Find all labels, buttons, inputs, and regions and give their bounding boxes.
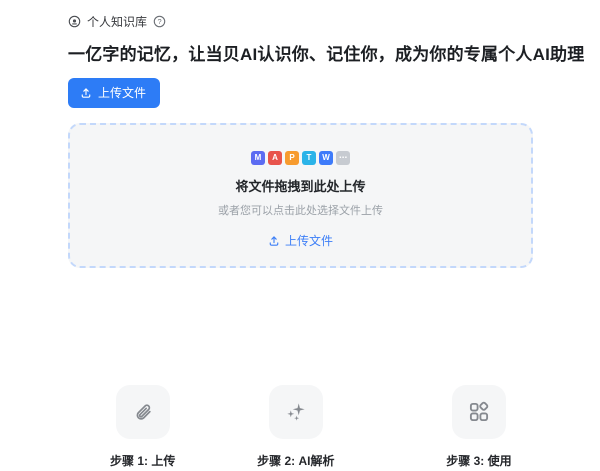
upload-icon xyxy=(268,235,280,247)
file-type-more-icon: ⋯ xyxy=(336,151,350,165)
knowledge-base-icon xyxy=(68,15,81,28)
upload-file-button[interactable]: 上传文件 xyxy=(68,78,160,108)
step-ai-parse: 步骤 2: AI解析 AI助理会拆解、解析你的知识文件 xyxy=(217,385,374,471)
steps-section: 步骤 1: 上传 上传你的文件给AI 助理的知识库 步骤 2: AI解析 AI助… xyxy=(68,385,533,471)
sparkles-icon xyxy=(269,385,323,439)
dropzone-upload-link-label: 上传文件 xyxy=(285,232,333,249)
dropzone-subtitle: 或者您可以点击此处选择文件上传 xyxy=(218,202,383,218)
help-icon[interactable]: ? xyxy=(153,15,166,28)
upload-button-label: 上传文件 xyxy=(98,84,146,101)
file-dropzone[interactable]: M A P T W ⋯ 将文件拖拽到此处上传 或者您可以点击此处选择文件上传 上… xyxy=(68,123,533,268)
step-use: 步骤 3: 使用 通过首页选择知识库或知识库页对AI助理提问 xyxy=(374,385,583,471)
apps-grid-icon xyxy=(452,385,506,439)
file-type-pdf-icon: A xyxy=(268,151,282,165)
page-title: 个人知识库 xyxy=(87,13,147,30)
file-type-word-icon: W xyxy=(319,151,333,165)
dropzone-title: 将文件拖拽到此处上传 xyxy=(235,176,365,195)
svg-text:?: ? xyxy=(157,17,161,26)
upload-icon xyxy=(80,87,92,99)
paperclip-icon xyxy=(116,385,170,439)
step-title: 步骤 2: AI解析 xyxy=(257,452,334,469)
hero-title: 一亿字的记忆，让当贝AI认识你、记住你，成为你的专属个人AI助理 xyxy=(68,40,533,65)
file-type-ppt-icon: P xyxy=(285,151,299,165)
kb-header: 个人知识库 ? xyxy=(68,12,533,30)
personal-knowledge-base-page: 个人知识库 ? 一亿字的记忆，让当贝AI认识你、记住你，成为你的专属个人AI助理… xyxy=(0,0,600,471)
step-upload: 步骤 1: 上传 上传你的文件给AI 助理的知识库 xyxy=(68,385,217,471)
step-title: 步骤 3: 使用 xyxy=(446,452,511,469)
file-type-txt-icon: T xyxy=(302,151,316,165)
dropzone-upload-link[interactable]: 上传文件 xyxy=(268,232,333,249)
file-type-chips: M A P T W ⋯ xyxy=(251,151,350,165)
file-type-markdown-icon: M xyxy=(251,151,265,165)
step-title: 步骤 1: 上传 xyxy=(110,452,175,469)
